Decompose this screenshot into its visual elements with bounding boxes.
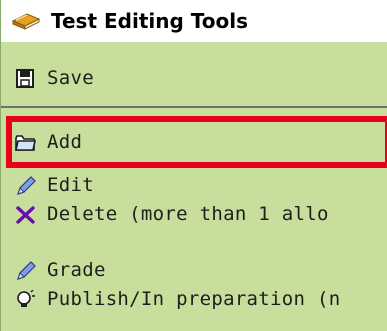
menu-item-label: Delete (more than 1 allo: [47, 203, 329, 225]
menu-item-label: Edit: [47, 174, 94, 196]
menu-item-add[interactable]: Add: [1, 128, 387, 158]
menu-divider: [1, 106, 387, 108]
menu-item-label: Add: [47, 131, 83, 153]
pencil-icon: [17, 176, 36, 195]
menu-item-delete[interactable]: Delete (more than 1 allo: [1, 200, 387, 230]
pencil-icon: [17, 261, 36, 280]
panel-header: Test Editing Tools: [1, 0, 387, 42]
menu-item-edit[interactable]: Edit: [1, 171, 387, 201]
save-floppy-icon: [16, 69, 34, 88]
lightbulb-icon: [17, 290, 35, 307]
menu-item-label: Save: [47, 67, 94, 89]
folder-icon: [15, 135, 36, 151]
menu-item-grade[interactable]: Grade: [1, 256, 387, 286]
editing-tools-panel: Test Editing Tools Save Add Edit Delete …: [0, 0, 387, 331]
book-stack-icon: [11, 13, 41, 30]
panel-title: Test Editing Tools: [51, 9, 248, 33]
menu-item-label: Grade: [47, 259, 106, 281]
menu-item-label: Publish/In preparation (n: [47, 288, 341, 310]
menu-item-publish[interactable]: Publish/In preparation (n: [1, 285, 387, 315]
menu-item-save[interactable]: Save: [1, 64, 387, 94]
x-delete-icon: [16, 206, 35, 224]
